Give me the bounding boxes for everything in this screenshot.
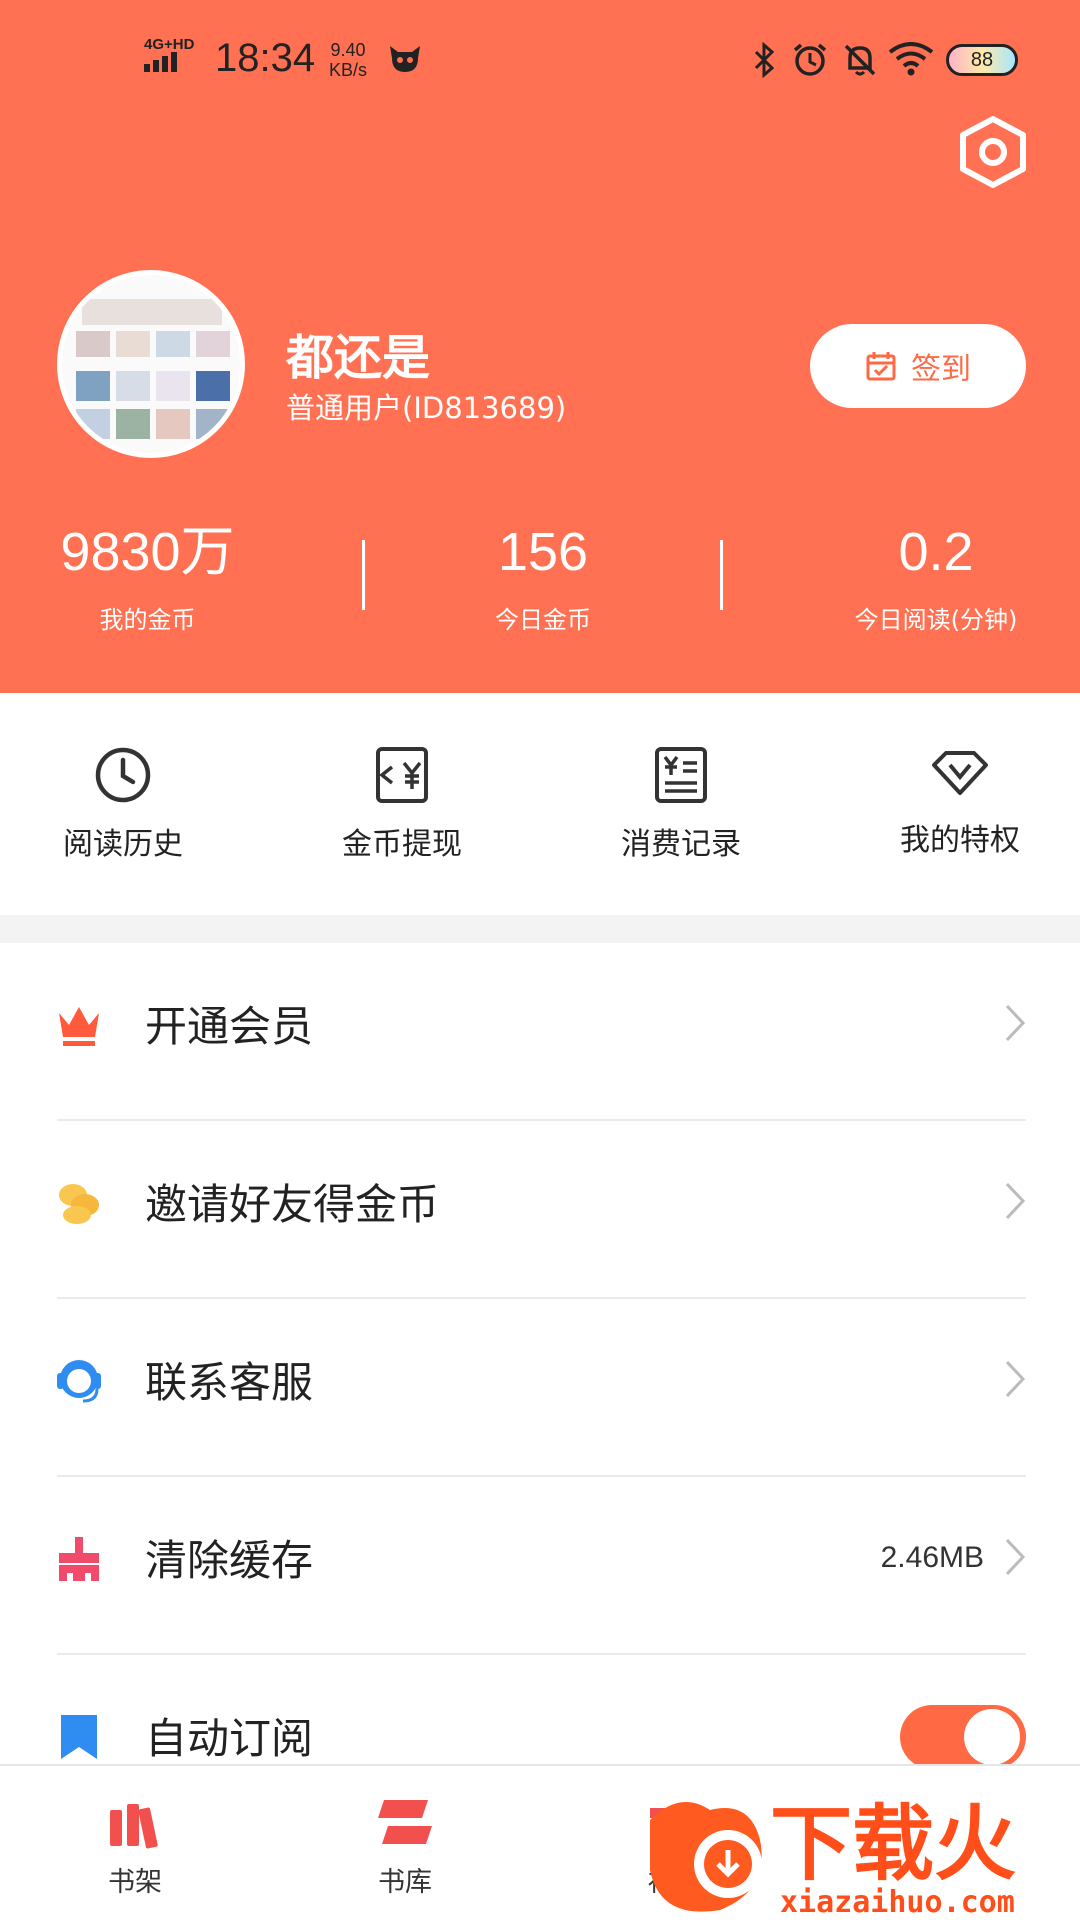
app-notification-icon	[390, 46, 420, 72]
quick-label: 消费记录	[621, 827, 741, 862]
books-icon	[110, 1804, 158, 1849]
coins-icon	[59, 1184, 99, 1224]
status-time: 18:34	[215, 36, 316, 80]
menu-label: 开通会员	[145, 1002, 314, 1051]
network-type: 4G+HD	[144, 36, 195, 53]
headset-icon	[57, 1360, 101, 1403]
stat-value: 156	[497, 522, 589, 582]
auto-subscribe-toggle[interactable]	[900, 1705, 1026, 1769]
avatar-image	[62, 275, 240, 453]
bill-icon	[655, 747, 707, 803]
quick-label: 金币提现	[342, 827, 462, 862]
quick-label: 我的特权	[900, 823, 1020, 858]
quick-consumption-record[interactable]: 消费记录	[581, 745, 781, 863]
chevron-right-icon	[1005, 1182, 1026, 1220]
menu-label: 自动订阅	[145, 1714, 314, 1763]
speed-unit: KB/s	[329, 60, 368, 80]
tab-label: 书库	[378, 1867, 432, 1898]
alarm-icon	[793, 43, 827, 76]
stat-today-reading[interactable]: 0.2 今日阅读(分钟)	[836, 522, 1036, 635]
wifi-icon	[888, 42, 934, 76]
stat-label: 今日金币	[495, 606, 591, 634]
stat-value: 9830万	[60, 522, 235, 582]
watermark-brand: 下载火	[770, 1797, 1016, 1892]
menu-label: 邀请好友得金币	[145, 1180, 440, 1229]
stat-divider	[362, 540, 365, 610]
toggle-knob	[964, 1709, 1020, 1765]
library-icon	[378, 1800, 432, 1844]
watermark-url: xiazaihuo.com	[780, 1885, 1015, 1920]
speed-value: 9.40	[330, 40, 366, 60]
profile-header: 4G+HD 18:34 9.40 KB/s 88 都还是 普通用户(ID8136…	[0, 0, 1080, 693]
username: 都还是	[286, 330, 431, 386]
status-bar: 4G+HD 18:34 9.40 KB/s 88	[0, 0, 1080, 120]
chevron-right-icon	[1005, 1538, 1026, 1576]
chevron-right-icon	[1005, 1004, 1026, 1042]
menu-contact-service[interactable]: 联系客服	[57, 1299, 1026, 1477]
network-speed: 9.40 KB/s	[329, 40, 367, 80]
menu-label: 联系客服	[145, 1358, 314, 1407]
tab-label: 书架	[108, 1867, 162, 1898]
stat-label: 今日阅读(分钟)	[854, 606, 1018, 634]
menu-open-membership[interactable]: 开通会员	[57, 943, 1026, 1121]
checkin-label: 签到	[911, 352, 971, 387]
bluetooth-icon	[754, 42, 775, 78]
menu-invite-friends[interactable]: 邀请好友得金币	[57, 1121, 1026, 1299]
coin-withdraw-icon	[376, 747, 428, 803]
diamond-icon	[932, 751, 988, 795]
avatar[interactable]	[57, 270, 245, 458]
user-id: 普通用户(ID813689)	[286, 391, 567, 425]
clock-icon	[95, 747, 151, 803]
mute-bell-icon	[844, 44, 876, 76]
menu-clear-cache[interactable]: 清除缓存 2.46MB	[57, 1477, 1026, 1655]
watermark-logo: 下载火 xiazaihuo.com	[650, 1797, 1016, 1920]
stat-divider	[720, 540, 723, 610]
settings-icon[interactable]	[958, 116, 1028, 188]
quick-reading-history[interactable]: 阅读历史	[23, 745, 223, 863]
menu-label: 清除缓存	[145, 1536, 314, 1585]
checkin-button[interactable]: 签到	[810, 324, 1026, 408]
chevron-right-icon	[1005, 1360, 1026, 1398]
stat-value: 0.2	[898, 522, 974, 582]
stat-label: 我的金币	[99, 606, 196, 634]
tab-bookshelf[interactable]: 书架	[55, 1796, 215, 1899]
calendar-check-icon	[866, 352, 896, 381]
stat-today-coins[interactable]: 156 今日金币	[443, 522, 643, 635]
quick-coin-withdraw[interactable]: 金币提现	[302, 745, 502, 863]
battery-indicator: 88	[946, 44, 1018, 76]
cache-size: 2.46MB	[880, 1541, 984, 1574]
bookmark-icon	[61, 1715, 97, 1759]
section-gap	[0, 915, 1080, 943]
tab-library[interactable]: 书库	[325, 1796, 485, 1899]
signal-icon: 4G+HD	[144, 36, 195, 76]
quick-label: 阅读历史	[63, 827, 183, 862]
quick-my-privileges[interactable]: 我的特权	[860, 745, 1060, 859]
stat-my-coins[interactable]: 9830万 我的金币	[40, 522, 255, 635]
crown-icon	[59, 1007, 99, 1046]
broom-icon	[59, 1537, 99, 1581]
